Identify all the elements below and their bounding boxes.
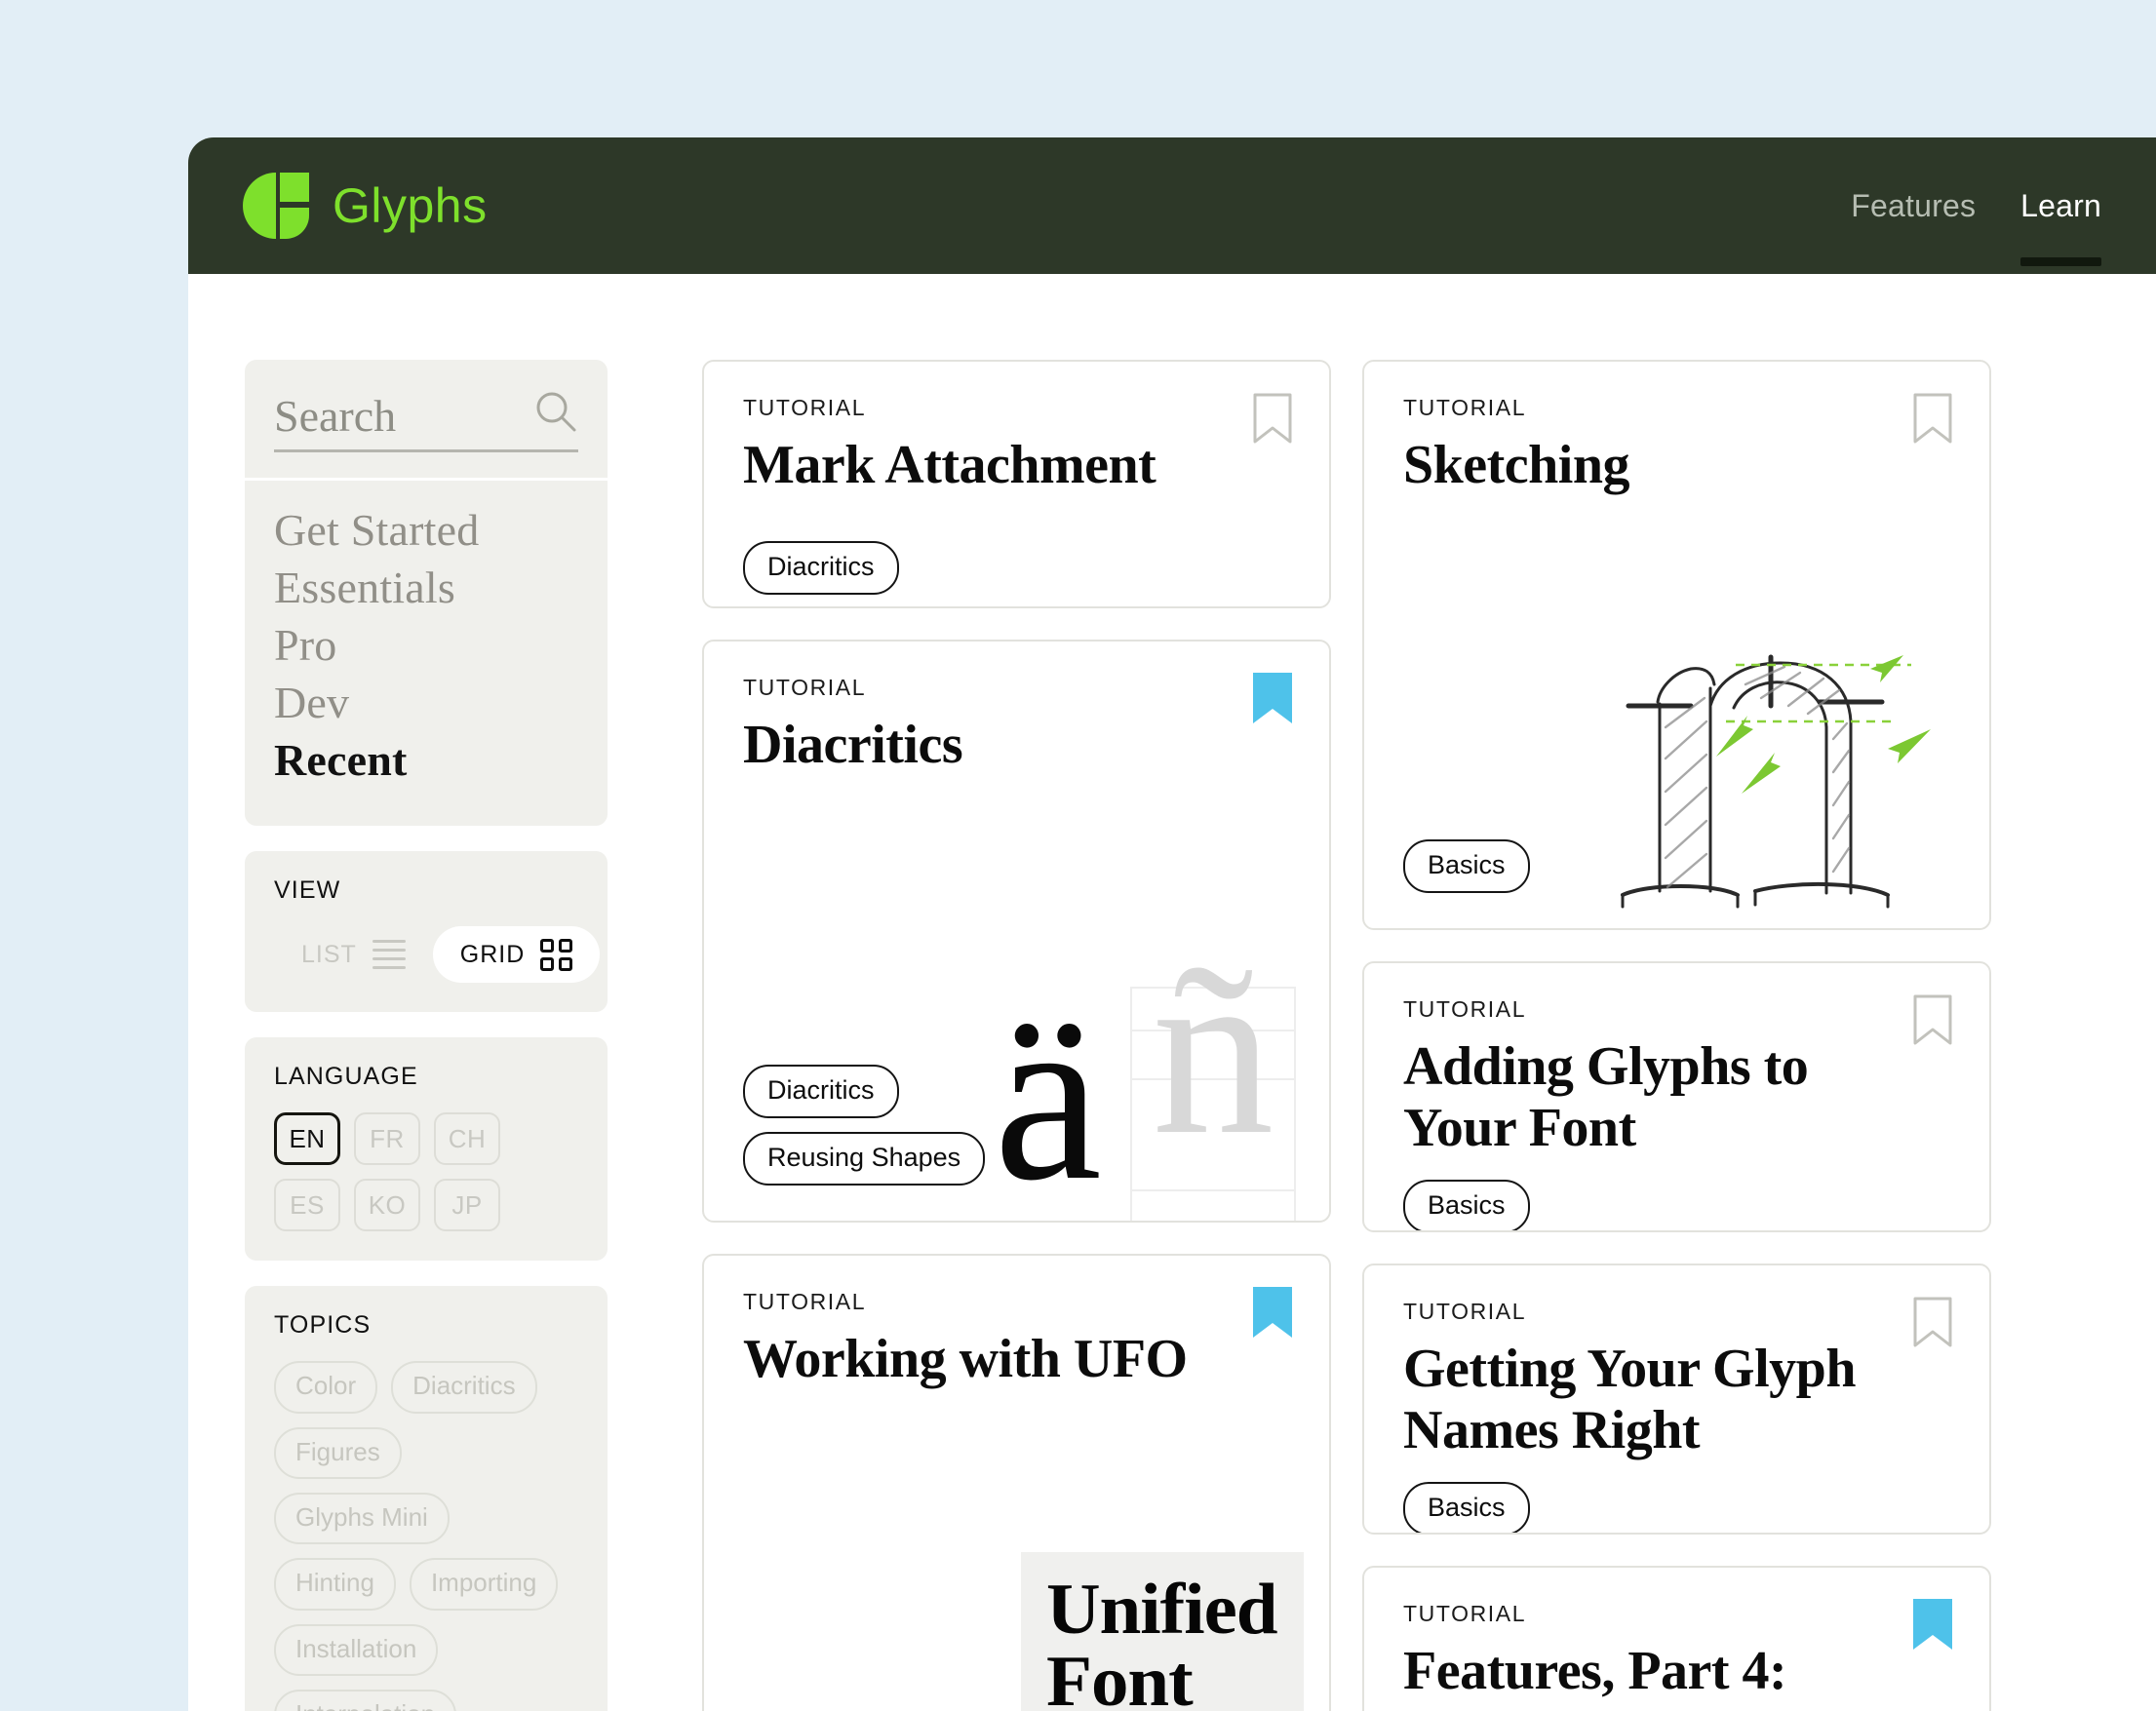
card-tag-list: Basics xyxy=(1403,839,1530,893)
language-chip-jp[interactable]: JP xyxy=(434,1179,500,1232)
grid-icon xyxy=(540,938,573,971)
tutorial-card-diacritics[interactable]: TUTORIAL Diacritics ñ ä Diacritics Reusi… xyxy=(702,640,1331,1223)
card-tag-list: Diacritics Reusing Shapes xyxy=(743,1065,986,1186)
list-icon xyxy=(372,940,406,970)
sidebar: Get Started Essentials Pro Dev Recent VI… xyxy=(245,360,608,1711)
tutorial-card-adding-glyphs[interactable]: TUTORIAL Adding Glyphs to Your Font Basi… xyxy=(1362,961,1991,1232)
card-kicker: TUTORIAL xyxy=(743,675,867,700)
tutorial-card-features-part-4[interactable]: TUTORIAL Features, Part 4: Positional Al… xyxy=(1362,1566,1991,1711)
card-tag[interactable]: Reusing Shapes xyxy=(743,1132,986,1186)
card-kicker: TUTORIAL xyxy=(1403,996,1527,1022)
card-art-sketch-n xyxy=(1589,612,1989,928)
view-option-grid[interactable]: GRID xyxy=(432,926,601,984)
grid-column-right: TUTORIAL Sketching Basics TUTORIAL Addin… xyxy=(1362,360,1991,1711)
tutorial-card-working-with-ufo[interactable]: TUTORIAL Working with UFO Unified Font O… xyxy=(702,1254,1331,1711)
topic-chip-interpolation[interactable]: Interpolation xyxy=(274,1689,457,1711)
card-art-ufo: Unified Font Object xyxy=(1021,1552,1304,1711)
topics-chip-row: Color Diacritics Figures Glyphs Mini Hin… xyxy=(274,1361,578,1711)
language-chip-es[interactable]: ES xyxy=(274,1179,340,1232)
sidebar-item-pro[interactable]: Pro xyxy=(274,617,578,675)
card-tag[interactable]: Basics xyxy=(1403,1179,1530,1230)
bookmark-icon-filled[interactable] xyxy=(1253,673,1292,723)
language-chip-en[interactable]: EN xyxy=(274,1112,340,1166)
card-title: Features, Part 4: Positional Alternates xyxy=(1403,1641,1787,1711)
card-tag[interactable]: Diacritics xyxy=(743,1065,899,1118)
nav-item-features[interactable]: Features xyxy=(1851,137,1976,274)
topic-chip-hinting[interactable]: Hinting xyxy=(274,1558,396,1611)
sidebar-item-get-started[interactable]: Get Started xyxy=(274,502,578,560)
search-icon[interactable] xyxy=(533,389,578,439)
card-tag-list: Basics xyxy=(1403,1481,1950,1533)
view-panel: VIEW LIST GRID xyxy=(245,851,608,1013)
topic-chip-diacritics[interactable]: Diacritics xyxy=(391,1361,537,1414)
language-panel-title: LANGUAGE xyxy=(274,1063,418,1091)
card-kicker: TUTORIAL xyxy=(743,1289,867,1314)
card-tag[interactable]: Basics xyxy=(1403,1481,1530,1533)
nav-item-learn[interactable]: Learn xyxy=(2020,137,2101,274)
topic-chip-glyphs-mini[interactable]: Glyphs Mini xyxy=(274,1492,450,1545)
page-content: Get Started Essentials Pro Dev Recent VI… xyxy=(188,274,2156,1711)
card-tag-list: Diacritics xyxy=(743,541,1290,596)
bookmark-icon-filled[interactable] xyxy=(1913,1599,1952,1650)
tutorial-grid: TUTORIAL Mark Attachment Diacritics TUTO… xyxy=(608,360,2156,1711)
search-input[interactable] xyxy=(274,392,518,442)
bookmark-icon[interactable] xyxy=(1913,393,1952,444)
card-kicker: TUTORIAL xyxy=(1403,395,1527,420)
view-option-list[interactable]: LIST xyxy=(274,926,433,983)
tutorial-card-mark-attachment[interactable]: TUTORIAL Mark Attachment Diacritics xyxy=(702,360,1331,608)
bookmark-icon[interactable] xyxy=(1253,393,1292,444)
card-title: Working with UFO xyxy=(743,1329,1188,1389)
ufo-art-text: Unified Font Object xyxy=(1046,1570,1277,1711)
tutorial-card-glyph-names[interactable]: TUTORIAL Getting Your Glyph Names Right … xyxy=(1362,1264,1991,1535)
card-art-diacritics: ñ ä xyxy=(994,929,1315,1223)
language-panel: LANGUAGE EN FR CH ES KO JP xyxy=(245,1037,608,1262)
glyph-metrics-box: ñ xyxy=(1130,929,1296,1221)
card-title: Adding Glyphs to Your Font xyxy=(1403,1036,1809,1159)
search-row xyxy=(274,389,578,452)
sidebar-item-essentials[interactable]: Essentials xyxy=(274,560,578,617)
view-option-grid-label: GRID xyxy=(459,940,526,968)
card-kicker: TUTORIAL xyxy=(1403,1299,1527,1324)
card-title: Sketching xyxy=(1403,435,1630,495)
card-kicker: TUTORIAL xyxy=(743,395,867,420)
topics-panel-title: TOPICS xyxy=(274,1311,372,1340)
bookmark-icon[interactable] xyxy=(1913,994,1952,1045)
card-kicker: TUTORIAL xyxy=(1403,1601,1527,1626)
brand-logo[interactable]: Glyphs xyxy=(239,169,488,243)
language-chip-fr[interactable]: FR xyxy=(354,1112,420,1166)
glyphs-logo-icon xyxy=(239,169,313,243)
glyph-a-umlaut: ä xyxy=(994,961,1102,1223)
topics-panel: TOPICS Color Diacritics Figures Glyphs M… xyxy=(245,1286,608,1711)
site-header: Glyphs Features Learn xyxy=(188,137,2156,274)
card-title: Mark Attachment xyxy=(743,435,1156,495)
topic-chip-color[interactable]: Color xyxy=(274,1361,378,1414)
tutorial-card-sketching[interactable]: TUTORIAL Sketching Basics xyxy=(1362,360,1991,930)
view-panel-title: VIEW xyxy=(274,876,341,905)
sidebar-item-recent[interactable]: Recent xyxy=(274,732,578,790)
glyph-n-tilde: ñ xyxy=(1152,915,1274,1186)
view-toggle: LIST GRID xyxy=(274,926,601,984)
language-chip-ch[interactable]: CH xyxy=(434,1112,500,1166)
view-option-list-label: LIST xyxy=(301,940,357,968)
card-tag-list: Basics xyxy=(1403,1179,1950,1230)
card-title: Diacritics xyxy=(743,715,963,775)
sidebar-nav-panel: Get Started Essentials Pro Dev Recent xyxy=(245,481,608,827)
bookmark-icon-filled[interactable] xyxy=(1253,1287,1292,1338)
topic-chip-installation[interactable]: Installation xyxy=(274,1623,439,1676)
search-panel xyxy=(245,360,608,478)
sidebar-item-dev[interactable]: Dev xyxy=(274,675,578,732)
grid-column-left: TUTORIAL Mark Attachment Diacritics TUTO… xyxy=(702,360,1331,1711)
main-nav: Features Learn xyxy=(1851,137,2156,274)
language-chip-row: EN FR CH ES KO JP xyxy=(274,1112,578,1232)
card-title: Getting Your Glyph Names Right xyxy=(1403,1339,1856,1461)
language-chip-ko[interactable]: KO xyxy=(354,1179,420,1232)
topic-chip-figures[interactable]: Figures xyxy=(274,1426,402,1479)
card-tag[interactable]: Diacritics xyxy=(743,541,899,596)
bookmark-icon[interactable] xyxy=(1913,1297,1952,1347)
brand-name: Glyphs xyxy=(333,178,488,233)
topic-chip-importing[interactable]: Importing xyxy=(409,1558,559,1611)
browser-window: Glyphs Features Learn Search Get Started… xyxy=(188,137,2156,1711)
card-tag[interactable]: Basics xyxy=(1403,839,1530,893)
